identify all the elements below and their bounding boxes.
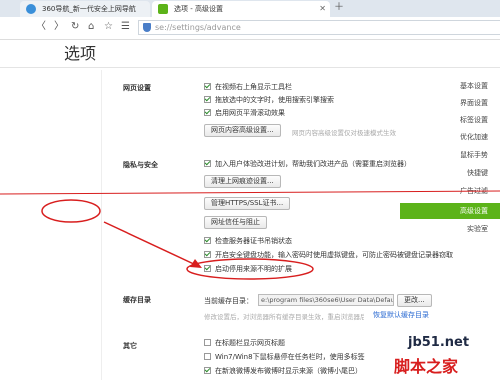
sidebar-item-shortcuts[interactable]: 快捷键 <box>400 165 500 181</box>
sidebar-item-adblock[interactable]: 广告过滤 <box>400 183 500 199</box>
cache-note: 修改设置后，对浏览器所有缓存目录生效，重启浏览器后生效。 <box>204 313 364 321</box>
tab-label: 选项 - 高级设置 <box>174 5 223 13</box>
annotation-circle-sidebar <box>41 199 101 223</box>
url-input[interactable]: se://settings/advance <box>138 20 500 35</box>
sidebar-item-interface[interactable]: 界面设置 <box>400 95 500 111</box>
checkbox[interactable] <box>204 265 211 272</box>
sidebar-divider <box>101 70 102 380</box>
url-text: se://settings/advance <box>155 23 241 32</box>
tab-label: 360导航_新一代安全上网导航 <box>42 5 136 13</box>
back-icon[interactable]: 〈 <box>36 20 46 34</box>
close-icon[interactable]: ✕ <box>319 1 326 17</box>
checkbox[interactable] <box>204 160 211 167</box>
cache-dir-path: e:\program files\360se6\User Data\Defaul… <box>258 294 394 306</box>
tab-bar: 360导航_新一代安全上网导航 选项 - 高级设置 ✕ ＋ <box>0 0 500 17</box>
restore-default-cache-link[interactable]: 恢复默认缓存目录 <box>373 310 429 320</box>
checkbox[interactable] <box>204 353 211 360</box>
tab-360-nav[interactable]: 360导航_新一代安全上网导航 <box>20 1 150 17</box>
sidebar-item-lab[interactable]: 实验室 <box>400 221 500 237</box>
sidebar-item-mouse-gesture[interactable]: 鼠标手势 <box>400 147 500 163</box>
sidebar-item-optimize[interactable]: 优化加速 <box>400 129 500 145</box>
sidebar-item-advanced[interactable]: 高级设置 <box>400 203 500 219</box>
option-show-title[interactable]: 在标题栏显示网页标题 <box>204 338 285 348</box>
annotation-arrow <box>103 221 199 267</box>
web-content-hint: 网页内容高级设置仅对极速模式生效 <box>292 129 396 137</box>
checkbox[interactable] <box>204 251 211 258</box>
change-cache-button[interactable]: 更改... <box>397 294 432 307</box>
section-title-web: 网页设置 <box>123 84 151 92</box>
option-disable-unknown-extensions[interactable]: 启动停用来源不明的扩展 <box>204 264 292 274</box>
watermark-name: 脚本之家 <box>394 357 459 376</box>
checkbox[interactable] <box>204 83 211 90</box>
section-title-privacy: 隐私与安全 <box>123 161 158 169</box>
forward-icon[interactable]: 〉 <box>54 20 64 34</box>
checkbox[interactable] <box>204 339 211 346</box>
url-trust-block-button[interactable]: 网址信任与阻止 <box>204 216 267 229</box>
section-title-other: 其它 <box>123 342 137 350</box>
address-bar: 〈 〉 ↻ ⌂ ☆ ☰ se://settings/advance <box>0 17 500 40</box>
tab-settings[interactable]: 选项 - 高级设置 ✕ <box>152 1 330 17</box>
option-win7-multitab[interactable]: Win7/Win8下鼠标悬停在任务栏时，使用多标签 <box>204 352 365 362</box>
shield-icon <box>143 23 151 32</box>
new-tab-button[interactable]: ＋ <box>334 1 344 15</box>
menu-icon[interactable]: ☰ <box>121 20 130 34</box>
refresh-icon[interactable]: ↻ <box>71 20 79 34</box>
divider <box>0 67 500 68</box>
cache-dir-label: 当前缓存目录： <box>204 297 253 305</box>
option-video-toolbar[interactable]: 在视频右上角显示工具栏 <box>204 82 292 92</box>
360-nav-icon <box>26 4 36 14</box>
option-secure-keyboard[interactable]: 开启安全键盘功能，输入密码时使用虚拟键盘，可防止密码被键盘记录器窃取 <box>204 250 453 260</box>
option-check-revocation[interactable]: 检查服务器证书吊销状态 <box>204 236 292 246</box>
sidebar-item-tabs[interactable]: 标签设置 <box>400 112 500 128</box>
option-weibo-source[interactable]: 在新浪微博发布微博时显示来源（微博小尾巴） <box>204 366 362 376</box>
home-icon[interactable]: ⌂ <box>88 20 94 34</box>
checkbox[interactable] <box>204 367 211 374</box>
section-title-cache: 缓存目录 <box>123 296 151 304</box>
wrench-icon <box>158 4 168 14</box>
web-content-settings-button[interactable]: 网页内容高级设置... <box>204 124 281 137</box>
sidebar-item-basic[interactable]: 基本设置 <box>400 78 500 94</box>
checkbox[interactable] <box>204 96 211 103</box>
checkbox[interactable] <box>204 109 211 116</box>
watermark-site: jb51.net <box>408 335 470 350</box>
page-title: 选项 <box>64 44 97 63</box>
option-smooth-scroll[interactable]: 启用网页平滑滚动效果 <box>204 108 285 118</box>
option-join-improvement[interactable]: 加入用户体验改进计划，帮助我们改进产品（需要重启浏览器） <box>204 159 411 169</box>
checkbox[interactable] <box>204 237 211 244</box>
favorite-icon[interactable]: ☆ <box>104 20 113 34</box>
annotation-arrowhead <box>190 259 202 268</box>
option-drag-search[interactable]: 拖放选中的文字时，使用搜索引擎搜索 <box>204 95 334 105</box>
clear-traces-button[interactable]: 清理上网痕迹设置... <box>204 175 281 188</box>
manage-certificates-button[interactable]: 管理HTTPS/SSL证书... <box>204 197 291 210</box>
